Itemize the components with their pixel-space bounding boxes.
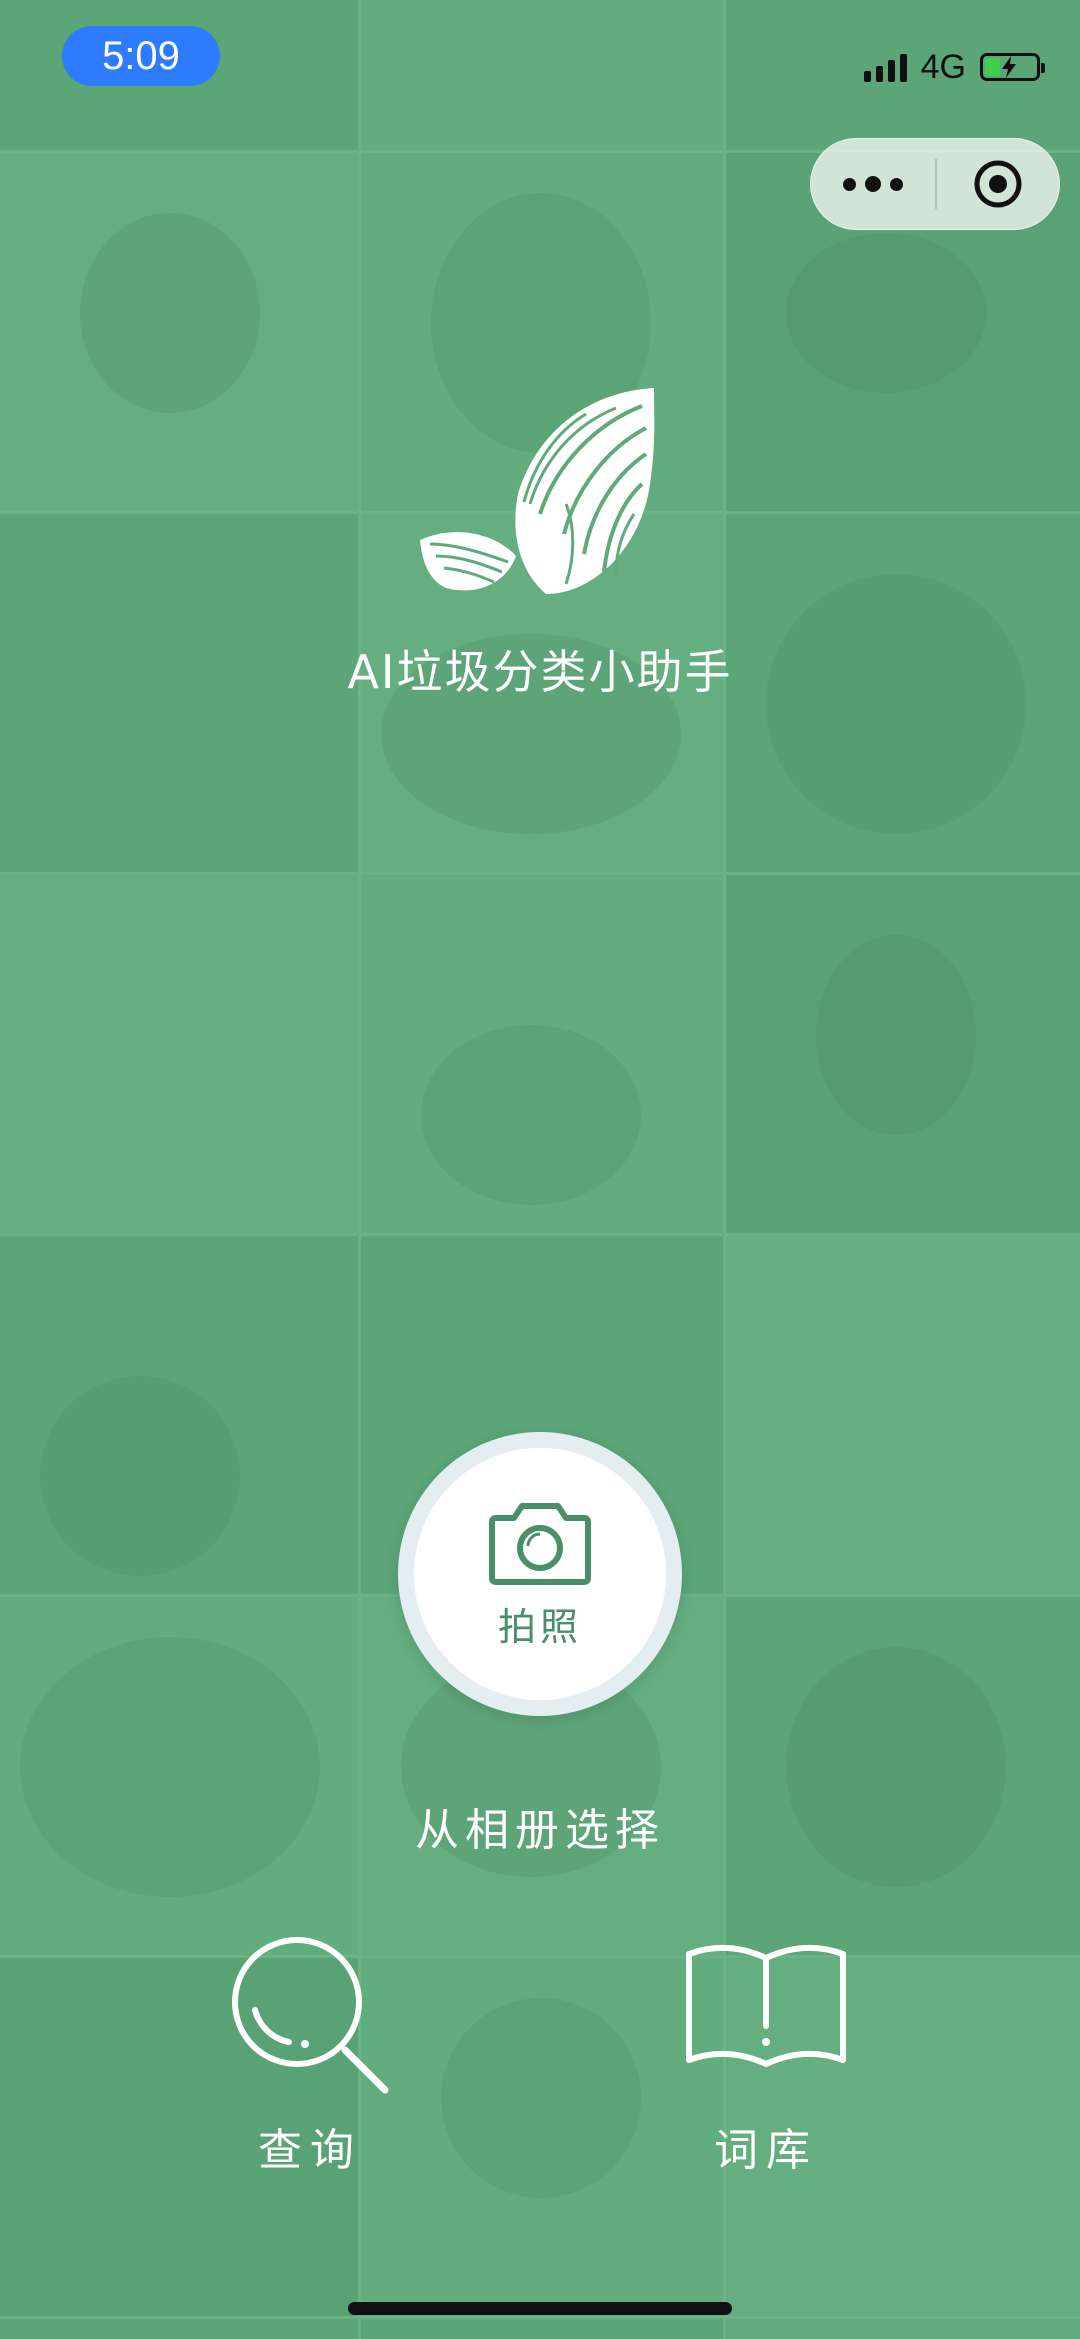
cellular-signal-icon — [863, 52, 907, 82]
take-photo-label: 拍照 — [497, 1604, 582, 1649]
take-photo-button[interactable]: 拍照 — [398, 1432, 682, 1716]
search-button[interactable]: 查询 — [200, 1930, 420, 2178]
choose-from-album-link[interactable]: 从相册选择 — [0, 1794, 1080, 1858]
status-indicators: 4G — [863, 40, 1045, 94]
fingerprint-leaf-icon — [420, 388, 655, 594]
library-label: 词库 — [714, 2125, 818, 2176]
home-indicator[interactable] — [348, 2302, 732, 2315]
search-icon — [232, 1937, 389, 2094]
app-title: AI垃圾分类小助手 — [347, 645, 733, 699]
more-button[interactable] — [811, 139, 935, 229]
search-label: 查询 — [258, 2125, 362, 2176]
camera-icon — [489, 1502, 591, 1585]
status-time: 5:09 — [62, 26, 220, 86]
library-button[interactable]: 词库 — [656, 1930, 876, 2178]
charging-bolt-icon — [1002, 56, 1016, 78]
close-miniprogram-button[interactable] — [937, 139, 1059, 229]
miniprogram-capsule — [810, 138, 1060, 230]
book-icon — [686, 1944, 846, 2067]
network-type: 4G — [920, 47, 966, 86]
more-dots-icon — [843, 177, 856, 191]
background-photo-grid — [0, 0, 1080, 2339]
app-screen: 5:09 4G AI垃圾分类小助手 拍照 从相册选择 查询 词库 — [0, 0, 1080, 2339]
target-circle-icon — [974, 160, 1022, 208]
battery-icon — [980, 53, 1045, 81]
